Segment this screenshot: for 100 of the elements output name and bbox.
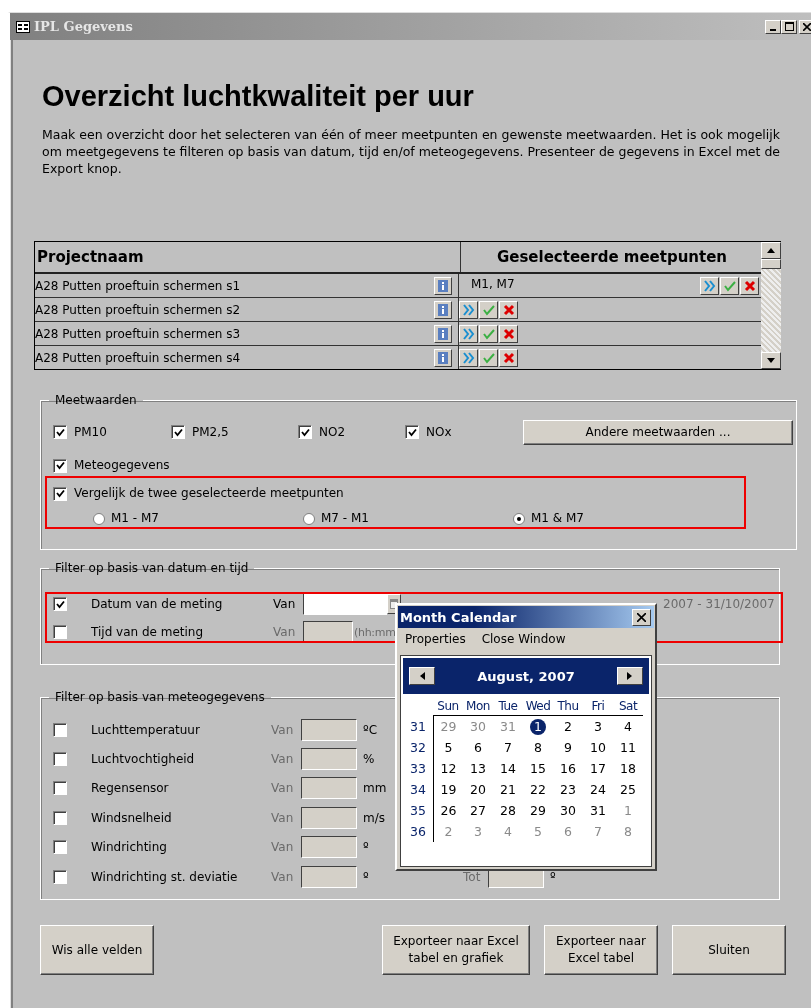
calendar-day[interactable]: 6 bbox=[560, 823, 576, 840]
calendar-day[interactable]: 11 bbox=[616, 739, 640, 756]
checkbox[interactable] bbox=[53, 810, 67, 825]
close-form-button[interactable]: Sluiten bbox=[672, 925, 786, 975]
from-field[interactable] bbox=[303, 621, 353, 643]
calendar-day[interactable]: 15 bbox=[526, 760, 550, 777]
other-values-button[interactable]: Andere meetwaarden ... bbox=[523, 419, 793, 445]
checkbox[interactable] bbox=[298, 425, 312, 439]
from-field[interactable] bbox=[301, 806, 357, 829]
previous-month-button[interactable] bbox=[409, 667, 435, 685]
calendar-day[interactable]: 28 bbox=[496, 802, 520, 819]
menu-item[interactable]: Properties bbox=[405, 632, 466, 649]
calendar-day[interactable]: 6 bbox=[470, 739, 486, 756]
calendar-day[interactable]: 17 bbox=[586, 760, 610, 777]
calendar-day[interactable]: 14 bbox=[496, 760, 520, 777]
calendar-day[interactable]: 5 bbox=[530, 823, 546, 840]
from-field[interactable] bbox=[301, 777, 357, 800]
calendar-day[interactable]: 30 bbox=[556, 802, 580, 819]
export-button[interactable]: Exporteer naar Excel tabel bbox=[544, 925, 658, 975]
confirm-button[interactable] bbox=[479, 348, 498, 367]
confirm-button[interactable] bbox=[720, 276, 739, 295]
calendar-day[interactable]: 4 bbox=[620, 718, 636, 735]
maximize-button[interactable] bbox=[781, 19, 797, 34]
from-field[interactable] bbox=[303, 593, 387, 615]
calendar-day[interactable]: 9 bbox=[560, 739, 576, 756]
calendar-day[interactable]: 16 bbox=[556, 760, 580, 777]
delete-button[interactable] bbox=[499, 324, 518, 343]
calendar-day[interactable]: 8 bbox=[530, 739, 546, 756]
confirm-button[interactable] bbox=[479, 324, 498, 343]
checkbox[interactable] bbox=[53, 425, 67, 439]
confirm-button[interactable] bbox=[479, 300, 498, 319]
double-chevron-icon bbox=[461, 327, 476, 340]
checkbox[interactable] bbox=[405, 425, 419, 439]
calendar-day[interactable]: 29 bbox=[436, 718, 461, 735]
checkbox[interactable] bbox=[171, 425, 185, 439]
calendar-day[interactable]: 22 bbox=[526, 781, 550, 798]
calendar-day[interactable]: 10 bbox=[586, 739, 610, 756]
info-button[interactable] bbox=[434, 348, 452, 367]
checkbox[interactable] bbox=[53, 869, 67, 884]
select-points-button[interactable] bbox=[459, 348, 478, 367]
select-points-button[interactable] bbox=[459, 300, 478, 319]
clear-button[interactable]: Wis alle velden bbox=[40, 925, 154, 975]
calendar-day[interactable]: 2 bbox=[560, 718, 576, 735]
table-cell-text: A28 Putten proeftuin schermen s2 bbox=[35, 302, 242, 317]
checkbox[interactable] bbox=[53, 458, 67, 473]
calendar-day[interactable]: 21 bbox=[496, 781, 520, 798]
double-chevron-icon bbox=[461, 303, 476, 316]
calendar-day[interactable]: 5 bbox=[440, 739, 457, 756]
from-label: Van bbox=[273, 597, 297, 611]
close-button[interactable] bbox=[799, 19, 811, 34]
from-field[interactable] bbox=[301, 718, 357, 741]
scroll-thumb[interactable] bbox=[761, 259, 781, 269]
from-field[interactable] bbox=[301, 865, 357, 888]
calendar-day[interactable]: 18 bbox=[616, 760, 640, 777]
calendar-day[interactable]: 19 bbox=[436, 781, 461, 798]
calendar-day[interactable]: 27 bbox=[466, 802, 490, 819]
checkbox[interactable] bbox=[53, 781, 67, 796]
next-month-button[interactable] bbox=[617, 667, 643, 685]
calendar-day[interactable]: 29 bbox=[526, 802, 550, 819]
calendar-day[interactable]: 26 bbox=[436, 802, 461, 819]
calendar-day[interactable]: 24 bbox=[586, 781, 610, 798]
export-button[interactable]: Exporteer naar Excel tabel en grafiek bbox=[382, 925, 530, 975]
calendar-day[interactable]: 1 bbox=[530, 718, 546, 735]
checkbox[interactable] bbox=[53, 752, 67, 767]
radio-button[interactable] bbox=[303, 512, 315, 525]
radio-button[interactable] bbox=[93, 512, 105, 525]
info-button[interactable] bbox=[434, 324, 452, 343]
calendar-day[interactable]: 13 bbox=[466, 760, 490, 777]
calendar-day[interactable]: 23 bbox=[556, 781, 580, 798]
checkbox[interactable] bbox=[53, 840, 67, 855]
calendar-day[interactable]: 25 bbox=[616, 781, 640, 798]
from-field[interactable] bbox=[301, 748, 357, 771]
select-points-button[interactable] bbox=[459, 324, 478, 343]
close-button[interactable] bbox=[632, 608, 651, 626]
menu-item[interactable]: Close Window bbox=[481, 632, 566, 649]
scroll-up-button[interactable] bbox=[761, 242, 781, 259]
calendar-day[interactable]: 3 bbox=[590, 718, 606, 735]
delete-button[interactable] bbox=[499, 348, 518, 367]
calendar-day[interactable]: 20 bbox=[466, 781, 490, 798]
minimize-button[interactable] bbox=[765, 19, 781, 34]
info-button[interactable] bbox=[434, 300, 452, 319]
calendar-day[interactable]: 4 bbox=[500, 823, 516, 840]
delete-button[interactable] bbox=[499, 300, 518, 319]
radio-button[interactable] bbox=[513, 512, 525, 525]
checkbox[interactable] bbox=[53, 597, 67, 611]
calendar-day[interactable]: 12 bbox=[436, 760, 461, 777]
from-field[interactable] bbox=[301, 836, 357, 859]
scroll-down-button[interactable] bbox=[761, 352, 781, 369]
checkbox[interactable] bbox=[53, 486, 67, 501]
calendar-day[interactable]: 8 bbox=[620, 823, 636, 840]
calendar-day[interactable]: 7 bbox=[500, 739, 516, 756]
calendar-day[interactable]: 30 bbox=[466, 718, 490, 735]
delete-button[interactable] bbox=[740, 276, 759, 295]
info-button[interactable] bbox=[434, 276, 452, 295]
calendar-day[interactable]: 2 bbox=[440, 823, 457, 840]
calendar-day[interactable]: 31 bbox=[586, 802, 610, 819]
select-points-button[interactable] bbox=[700, 276, 719, 295]
calendar-day[interactable]: 3 bbox=[470, 823, 486, 840]
checkbox[interactable] bbox=[53, 722, 67, 737]
double-chevron-icon bbox=[461, 351, 476, 364]
